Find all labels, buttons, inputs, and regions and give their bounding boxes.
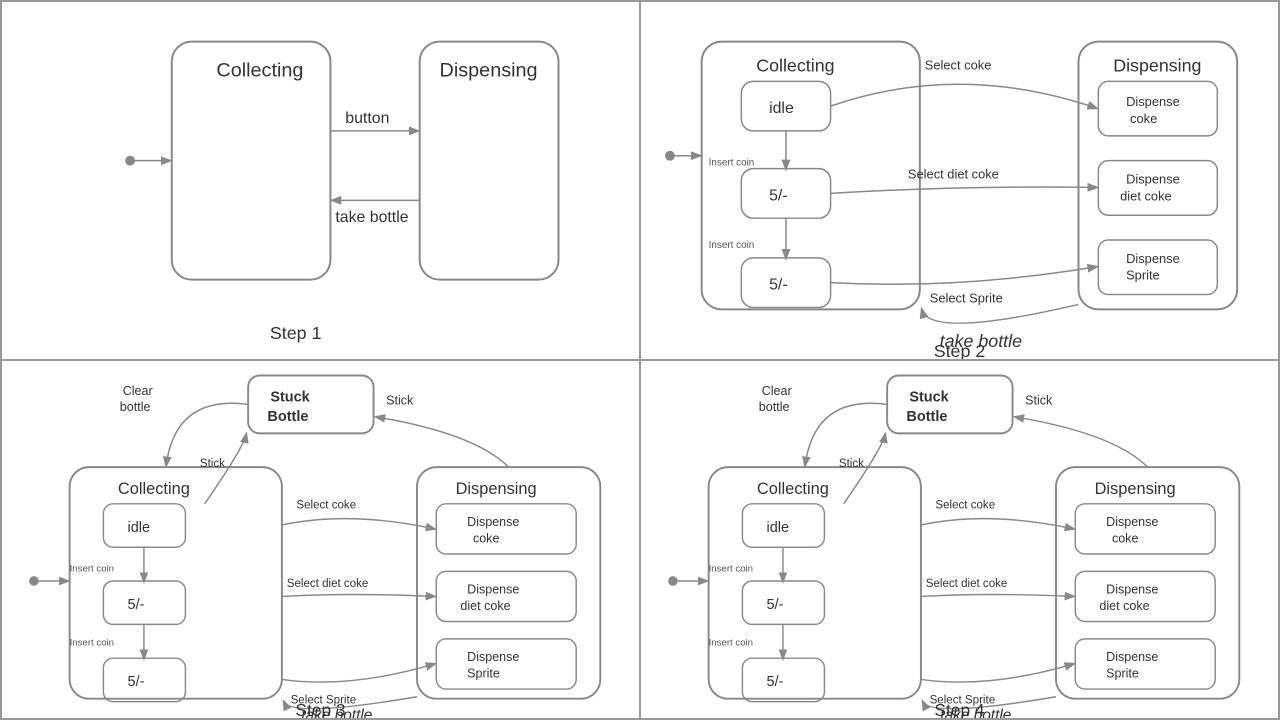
svg-text:Stick: Stick <box>839 458 864 470</box>
svg-text:Dispense: Dispense <box>467 515 519 529</box>
svg-text:5/-: 5/- <box>769 277 788 294</box>
svg-text:Stuck: Stuck <box>909 390 949 406</box>
svg-text:Sprite: Sprite <box>1106 666 1139 680</box>
svg-text:Select diet coke: Select diet coke <box>908 167 999 182</box>
svg-text:Step 3: Step 3 <box>295 700 345 718</box>
svg-text:5/-: 5/- <box>128 674 145 690</box>
svg-text:Select coke: Select coke <box>296 500 356 512</box>
svg-text:Dispensing: Dispensing <box>1095 480 1176 498</box>
svg-text:Bottle: Bottle <box>267 409 308 425</box>
svg-text:Dispense: Dispense <box>1126 251 1180 266</box>
svg-text:Insert coin: Insert coin <box>709 563 753 574</box>
svg-text:Stick: Stick <box>1025 393 1053 407</box>
svg-text:Insert coin: Insert coin <box>70 563 114 574</box>
svg-text:Select coke: Select coke <box>935 500 995 512</box>
svg-text:Collecting: Collecting <box>757 480 829 498</box>
svg-text:diet coke: diet coke <box>1099 599 1149 613</box>
svg-text:5/-: 5/- <box>128 597 145 613</box>
svg-text:button: button <box>345 110 389 127</box>
svg-text:5/-: 5/- <box>767 597 784 613</box>
svg-text:Sprite: Sprite <box>1126 268 1160 283</box>
svg-text:Select diet coke: Select diet coke <box>926 578 1008 590</box>
svg-text:Dispensing: Dispensing <box>456 480 537 498</box>
svg-text:5/-: 5/- <box>767 674 784 690</box>
svg-text:coke: coke <box>1112 531 1139 545</box>
collecting-label: Collecting <box>216 59 303 81</box>
dispensing-label: Dispensing <box>439 59 537 81</box>
svg-text:coke: coke <box>1130 111 1157 126</box>
svg-text:coke: coke <box>473 531 500 545</box>
svg-text:Dispense: Dispense <box>1126 171 1180 186</box>
svg-text:Step 1: Step 1 <box>270 323 322 343</box>
svg-text:5/-: 5/- <box>769 187 788 204</box>
svg-text:Clear: Clear <box>123 384 153 398</box>
svg-text:Select coke: Select coke <box>925 57 992 72</box>
svg-text:Dispense: Dispense <box>1106 515 1158 529</box>
svg-text:Dispensing: Dispensing <box>1113 55 1201 75</box>
svg-text:bottle: bottle <box>759 400 790 414</box>
svg-text:Dispense: Dispense <box>1106 583 1158 597</box>
svg-text:idle: idle <box>769 100 794 117</box>
svg-text:Insert coin: Insert coin <box>709 638 753 649</box>
svg-text:Step 2: Step 2 <box>934 341 986 359</box>
svg-text:Dispense: Dispense <box>1106 650 1158 664</box>
step1-cell: Collecting Dispensing button take bottle… <box>1 1 640 360</box>
svg-text:Stick: Stick <box>200 458 225 470</box>
svg-text:Clear: Clear <box>762 384 792 398</box>
step2-cell: Collecting idle Insert coin 5/- Insert c… <box>640 1 1279 360</box>
svg-text:Insert coin: Insert coin <box>709 240 755 251</box>
diagram-grid: Collecting Dispensing button take bottle… <box>0 0 1280 720</box>
svg-text:Stick: Stick <box>386 393 414 407</box>
svg-text:Dispense: Dispense <box>467 650 519 664</box>
svg-text:Step 4: Step 4 <box>934 700 985 718</box>
svg-text:idle: idle <box>128 520 151 536</box>
svg-text:Dispense: Dispense <box>467 583 519 597</box>
svg-text:Sprite: Sprite <box>467 666 500 680</box>
svg-text:take bottle: take bottle <box>335 209 408 226</box>
svg-text:Stuck: Stuck <box>270 390 310 406</box>
svg-text:diet coke: diet coke <box>1120 188 1172 203</box>
svg-text:Insert coin: Insert coin <box>70 638 114 649</box>
svg-text:idle: idle <box>767 520 790 536</box>
svg-text:diet coke: diet coke <box>460 599 510 613</box>
svg-text:Dispense: Dispense <box>1126 94 1180 109</box>
svg-text:Collecting: Collecting <box>756 55 834 75</box>
svg-text:Collecting: Collecting <box>118 480 190 498</box>
svg-text:Bottle: Bottle <box>906 409 947 425</box>
svg-text:bottle: bottle <box>120 400 151 414</box>
svg-text:Insert coin: Insert coin <box>709 158 755 169</box>
svg-text:Select Sprite: Select Sprite <box>930 290 1003 305</box>
svg-text:Select diet coke: Select diet coke <box>287 578 369 590</box>
step4-cell: Stuck Bottle Clear bottle Stick Collecti… <box>640 360 1279 719</box>
step3-cell: Stuck Bottle Clear bottle Stick Collecti… <box>1 360 640 719</box>
